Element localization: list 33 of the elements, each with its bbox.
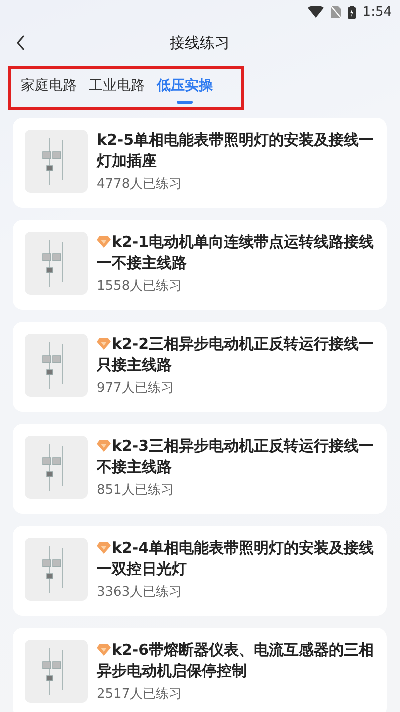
diagram-thumbnail — [25, 130, 88, 193]
lesson-card[interactable]: k2-4单相电能表带照明灯的安装及接线一双控日光灯 3363人已练习 — [13, 526, 387, 616]
practice-count: 3363人已练习 — [97, 585, 184, 601]
status-time: 1:54 — [362, 4, 392, 20]
lesson-card[interactable]: k2-5单相电能表带照明灯的安装及接线一灯加插座 4778人已练习 — [13, 118, 387, 208]
lesson-title: k2-1电动机单向连续带点运转线路接线一不接主线路 — [97, 232, 376, 274]
lesson-card[interactable]: k2-2三相异步电动机正反转运行接线一只接主线路 977人已练习 — [13, 322, 387, 412]
lesson-title: k2-4单相电能表带照明灯的安装及接线一双控日光灯 — [97, 538, 376, 580]
lesson-title: k2-3三相异步电动机正反转运行接线一不接主线路 — [97, 436, 376, 478]
diagram-thumbnail — [25, 232, 88, 295]
practice-count: 2517人已练习 — [97, 687, 184, 703]
lesson-card[interactable]: k2-1电动机单向连续带点运转线路接线一不接主线路 1558人已练习 — [13, 220, 387, 310]
battery-icon — [348, 6, 356, 18]
lesson-title: k2-6带熔断器仪表、电流互感器的三相异步电动机启保停控制 — [97, 640, 376, 682]
back-icon[interactable] — [16, 35, 26, 51]
lesson-card[interactable]: k2-3三相异步电动机正反转运行接线一不接主线路 851人已练习 — [13, 424, 387, 514]
practice-count: 1558人已练习 — [97, 279, 184, 295]
diagram-thumbnail — [25, 538, 88, 601]
page-title: 接线练习 — [170, 34, 230, 52]
lesson-card[interactable]: k2-6带熔断器仪表、电流互感器的三相异步电动机启保停控制 2517人已练习 — [13, 628, 387, 712]
tab[interactable]: 低压实操 — [151, 69, 219, 107]
diagram-thumbnail — [25, 436, 88, 499]
practice-count: 851人已练习 — [97, 483, 175, 499]
tab[interactable]: 家庭电路 — [15, 69, 83, 107]
diagram-thumbnail — [25, 640, 88, 703]
practice-count: 977人已练习 — [97, 381, 175, 397]
diagram-thumbnail — [25, 334, 88, 397]
practice-count: 4778人已练习 — [97, 177, 184, 193]
lesson-title: k2-2三相异步电动机正反转运行接线一只接主线路 — [97, 334, 376, 376]
wifi-icon — [308, 6, 324, 18]
no-sim-icon — [330, 6, 341, 18]
tab[interactable]: 工业电路 — [83, 69, 151, 107]
lesson-title: k2-5单相电能表带照明灯的安装及接线一灯加插座 — [97, 130, 376, 172]
